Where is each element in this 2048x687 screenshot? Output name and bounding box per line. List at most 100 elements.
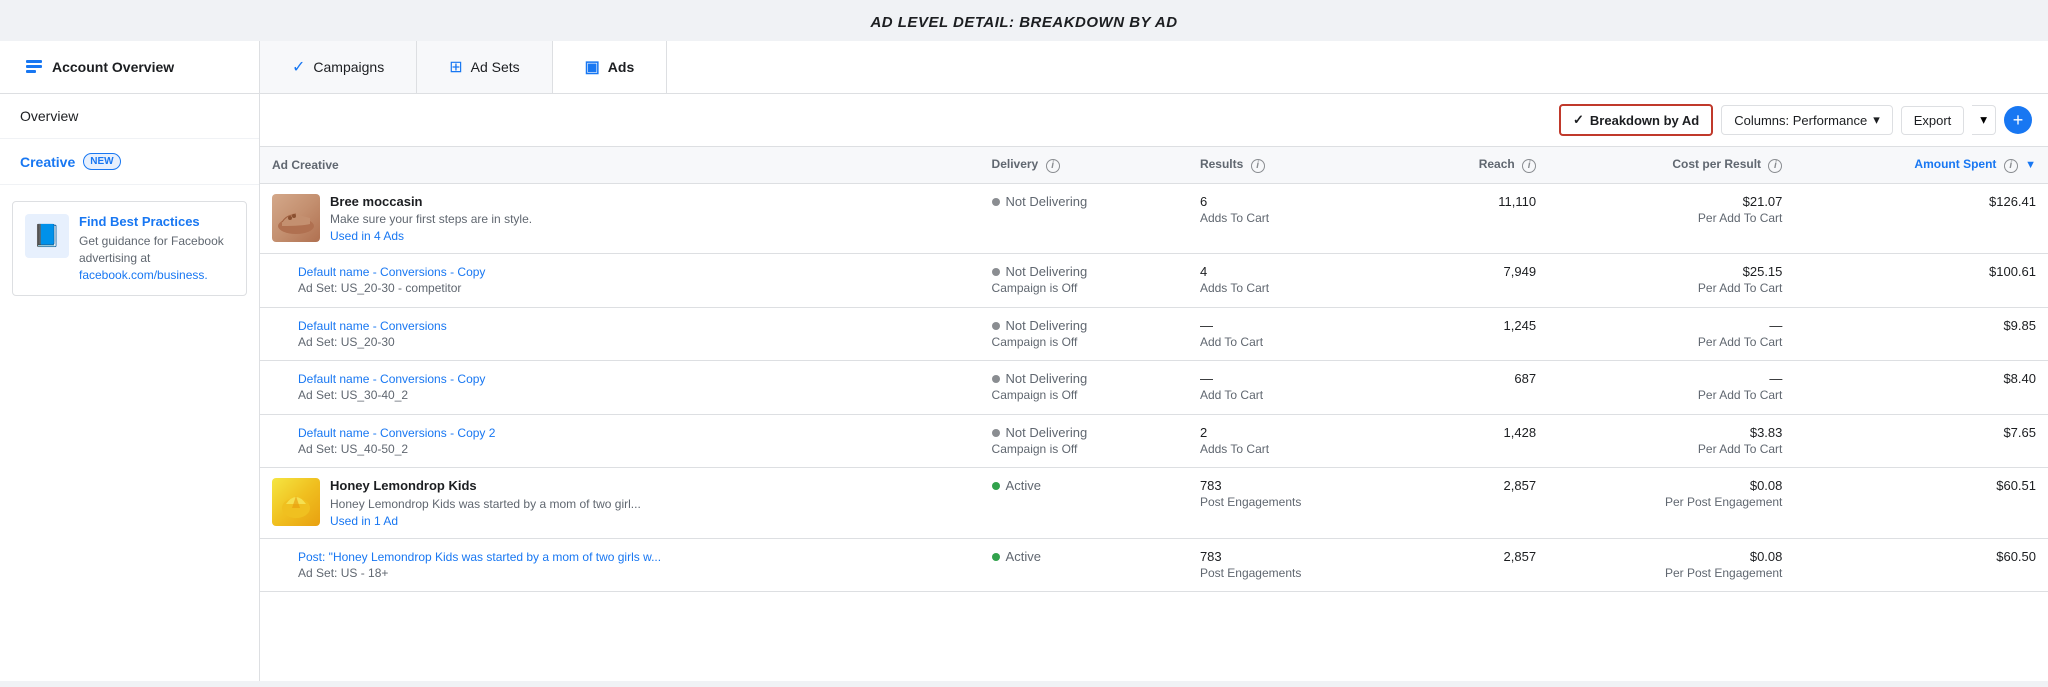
results-count: 783 <box>1200 478 1394 493</box>
delivery-sub: Campaign is Off <box>992 388 1176 402</box>
cost-sub: Per Add To Cart <box>1560 442 1782 456</box>
cost-main: — <box>1560 318 1782 333</box>
ad-link[interactable]: Used in 4 Ads <box>330 229 404 243</box>
ad-set: Ad Set: US_20-30 - competitor <box>298 281 485 297</box>
status-dot <box>992 322 1000 330</box>
sidebar-item-overview[interactable]: Overview <box>0 94 259 139</box>
ad-thumbnail <box>272 478 320 526</box>
results-count: 4 <box>1200 264 1394 279</box>
cost-info-icon[interactable]: i <box>1768 159 1782 173</box>
amount-value: $60.50 <box>1996 549 2036 564</box>
main-nav: Account Overview ✓ Campaigns ⊞ Ad Sets ▣… <box>0 41 2048 94</box>
promo-link[interactable]: facebook.com/business. <box>79 268 208 282</box>
ad-name-link[interactable]: Default name - Conversions - Copy 2 <box>298 426 495 440</box>
table-row: Default name - Conversions - Copy Ad Set… <box>260 361 2048 415</box>
delivery-cell: Active <box>980 468 1188 538</box>
cost-main: $21.07 <box>1560 194 1782 209</box>
chevron-down-icon: ▾ <box>1873 112 1880 128</box>
nav-tabs: ✓ Campaigns ⊞ Ad Sets ▣ Ads <box>260 41 2048 93</box>
ad-link[interactable]: Used in 1 Ad <box>330 514 398 528</box>
sidebar-item-creative[interactable]: Creative NEW <box>0 139 259 185</box>
status-dot <box>992 268 1000 276</box>
delivery-cell: Not Delivering <box>980 183 1188 253</box>
ad-creative-cell: Default name - Conversions - Copy Ad Set… <box>260 361 980 415</box>
cost-main: $0.08 <box>1560 549 1782 564</box>
results-type: Adds To Cart <box>1200 442 1394 456</box>
reach-cell: 11,110 <box>1406 183 1548 253</box>
col-header-cost-per-result: Cost per Result i <box>1548 147 1794 183</box>
account-overview-tab[interactable]: Account Overview <box>0 41 260 93</box>
columns-button[interactable]: Columns: Performance ▾ <box>1721 105 1892 135</box>
ad-name-link[interactable]: Default name - Conversions <box>298 319 447 333</box>
sidebar: Overview Creative NEW 📘 Find Best Practi… <box>0 94 260 681</box>
cost-main: $25.15 <box>1560 264 1782 279</box>
reach-value: 2,857 <box>1504 478 1537 493</box>
breakdown-label: Breakdown by Ad <box>1590 113 1699 128</box>
creative-label: Creative <box>20 154 75 170</box>
ad-creative-cell: Post: "Honey Lemondrop Kids was started … <box>260 538 980 592</box>
results-cell: 783 Post Engagements <box>1188 538 1406 592</box>
delivery-sub: Campaign is Off <box>992 335 1176 349</box>
ad-sets-icon: ⊞ <box>449 57 462 77</box>
results-cell: 783 Post Engagements <box>1188 468 1406 538</box>
export-label: Export <box>1914 113 1952 128</box>
amount-value: $100.61 <box>1989 264 2036 279</box>
breakdown-by-ad-button[interactable]: ✓ Breakdown by Ad <box>1559 104 1713 136</box>
results-count: — <box>1200 371 1394 386</box>
status-dot <box>992 375 1000 383</box>
amount-value: $7.65 <box>2003 425 2036 440</box>
amount-cell: $9.85 <box>1794 307 2048 361</box>
col-header-ad-creative: Ad Creative <box>260 147 980 183</box>
campaigns-label: Campaigns <box>313 59 384 75</box>
tab-ad-sets[interactable]: ⊞ Ad Sets <box>417 41 552 93</box>
reach-value: 7,949 <box>1504 264 1537 279</box>
tab-campaigns[interactable]: ✓ Campaigns <box>260 41 417 93</box>
ad-info: Bree moccasin Make sure your first steps… <box>330 194 532 243</box>
page-title: AD LEVEL DETAIL: BREAKDOWN BY AD <box>0 0 2048 41</box>
reach-value: 11,110 <box>1498 194 1536 209</box>
amount-info-icon[interactable]: i <box>2004 159 2018 173</box>
tab-ads[interactable]: ▣ Ads <box>553 41 668 93</box>
cost-cell: — Per Add To Cart <box>1548 307 1794 361</box>
layout: Overview Creative NEW 📘 Find Best Practi… <box>0 94 2048 681</box>
ads-label: Ads <box>608 59 634 75</box>
ad-creative-cell: Default name - Conversions - Copy Ad Set… <box>260 253 980 307</box>
ad-name-link[interactable]: Default name - Conversions - Copy <box>298 372 485 386</box>
table-row: Post: "Honey Lemondrop Kids was started … <box>260 538 2048 592</box>
amount-cell: $100.61 <box>1794 253 2048 307</box>
results-type: Adds To Cart <box>1200 211 1394 225</box>
amount-sort-icon[interactable]: ▼ <box>2025 159 2036 171</box>
reach-info-icon[interactable]: i <box>1522 159 1536 173</box>
ad-thumbnail <box>272 194 320 242</box>
col-header-delivery: Delivery i <box>980 147 1188 183</box>
check-icon: ✓ <box>1573 112 1584 128</box>
cost-cell: $3.83 Per Add To Cart <box>1548 414 1794 468</box>
cost-cell: $21.07 Per Add To Cart <box>1548 183 1794 253</box>
table-row: Default name - Conversions - Copy 2 Ad S… <box>260 414 2048 468</box>
delivery-sub: Campaign is Off <box>992 281 1176 295</box>
delivery-cell: Not Delivering Campaign is Off <box>980 253 1188 307</box>
ad-set: Ad Set: US_20-30 <box>298 335 447 351</box>
cost-cell: $0.08 Per Post Engagement <box>1548 468 1794 538</box>
ad-creative-cell: Honey Lemondrop Kids Honey Lemondrop Kid… <box>260 468 980 538</box>
table-row: Honey Lemondrop Kids Honey Lemondrop Kid… <box>260 468 2048 538</box>
export-dropdown-button[interactable]: ▾ <box>1972 105 1996 135</box>
ad-desc: Honey Lemondrop Kids was started by a mo… <box>330 497 641 513</box>
amount-cell: $8.40 <box>1794 361 2048 415</box>
ad-name-link[interactable]: Post: "Honey Lemondrop Kids was started … <box>298 550 661 564</box>
col-header-results: Results i <box>1188 147 1406 183</box>
delivery-sub: Campaign is Off <box>992 442 1176 456</box>
results-info-icon[interactable]: i <box>1251 159 1265 173</box>
reach-value: 2,857 <box>1504 549 1537 564</box>
results-cell: — Add To Cart <box>1188 307 1406 361</box>
export-button[interactable]: Export <box>1901 106 1965 135</box>
add-column-button[interactable]: + <box>2004 106 2032 134</box>
results-type: Adds To Cart <box>1200 281 1394 295</box>
table-row: Default name - Conversions - Copy Ad Set… <box>260 253 2048 307</box>
delivery-info-icon[interactable]: i <box>1046 159 1060 173</box>
results-type: Post Engagements <box>1200 495 1394 509</box>
table-row: Default name - Conversions Ad Set: US_20… <box>260 307 2048 361</box>
status-dot <box>992 198 1000 206</box>
ad-name-link[interactable]: Default name - Conversions - Copy <box>298 265 485 279</box>
cost-cell: $0.08 Per Post Engagement <box>1548 538 1794 592</box>
